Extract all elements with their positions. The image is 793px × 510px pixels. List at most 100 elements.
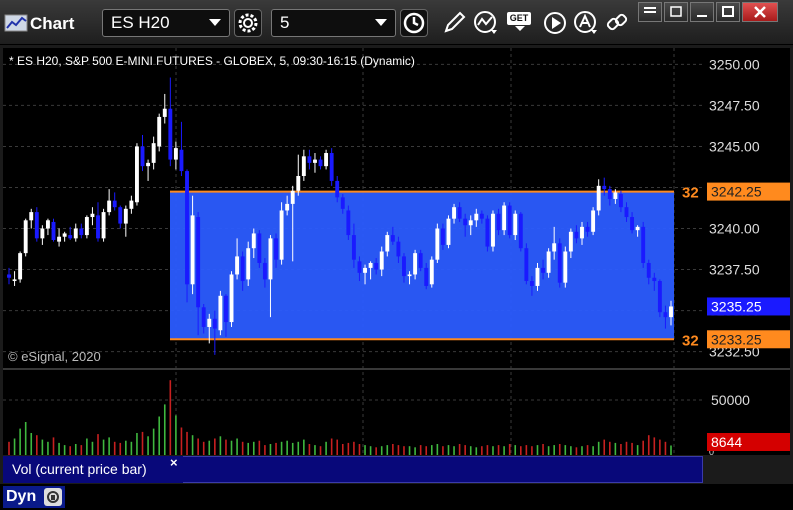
symbol-settings-button[interactable]	[234, 9, 262, 37]
candle-body	[290, 190, 295, 204]
candle-body	[40, 228, 45, 239]
candle-body	[7, 274, 11, 278]
maximize-icon	[722, 6, 734, 17]
volume-bar	[208, 440, 211, 455]
time-axis-bar	[0, 484, 793, 510]
volume-bar	[297, 441, 300, 455]
window-menu-button[interactable]	[638, 2, 662, 22]
volume-bar	[464, 445, 466, 455]
volume-bar	[264, 445, 266, 455]
candle-body	[301, 156, 306, 176]
volume-bar	[386, 445, 389, 455]
volume-bar	[258, 440, 261, 455]
volume-bar	[102, 439, 105, 455]
price-chart[interactable]: 3250.003247.503245.003242.503240.003237.…	[0, 44, 793, 484]
candle-body	[546, 251, 551, 273]
volume-bar	[214, 438, 216, 455]
volume-bar	[603, 439, 606, 455]
price-tick-label: 3250.00	[709, 56, 760, 72]
volume-bar	[492, 446, 494, 455]
chart-app-icon	[4, 14, 28, 32]
volume-bar	[531, 446, 533, 455]
candle-body	[262, 262, 267, 280]
level-left-label: 32	[682, 332, 699, 349]
get-data-icon[interactable]: GET	[507, 12, 531, 31]
candle-body	[452, 207, 456, 219]
candle-body	[162, 108, 167, 117]
link-chain-icon[interactable]	[604, 10, 630, 36]
volume-bar	[314, 445, 316, 455]
volume-bar	[286, 440, 288, 455]
volume-panel-close-icon[interactable]: ×	[170, 455, 178, 470]
candle	[591, 207, 596, 236]
price-tick-label: 3240.00	[709, 221, 760, 237]
volume-bar	[486, 445, 489, 455]
volume-bar	[152, 428, 155, 455]
volume-bar	[536, 445, 539, 455]
candle-body	[157, 116, 162, 147]
alert-icon[interactable]	[573, 10, 599, 36]
maximize-button[interactable]	[716, 2, 740, 22]
candle-body	[669, 306, 673, 318]
volume-bar	[481, 446, 483, 455]
lock-scale-icon[interactable]	[44, 488, 62, 506]
volume-bar	[191, 435, 194, 455]
minimize-button[interactable]	[690, 2, 714, 22]
close-button[interactable]	[742, 2, 778, 22]
candle	[485, 215, 490, 252]
candle-body	[79, 228, 84, 236]
candle-body	[123, 208, 128, 224]
time-template-button[interactable]	[400, 9, 428, 37]
volume-bar	[202, 441, 205, 455]
volume-bar	[508, 444, 511, 455]
interval-combo[interactable]: 5	[271, 9, 396, 37]
volume-bar	[614, 442, 617, 455]
candle-body	[379, 251, 384, 270]
candle-body	[257, 233, 262, 263]
candle-body	[57, 236, 62, 242]
candle-body	[602, 185, 607, 190]
volume-bar	[430, 445, 433, 455]
candle-body	[45, 220, 50, 229]
volume-bar	[341, 444, 344, 455]
candle-body	[541, 267, 545, 273]
volume-bar	[647, 435, 650, 455]
volume-bar	[169, 380, 172, 455]
volume-bar	[469, 446, 472, 455]
volume-bar	[163, 404, 166, 455]
volume-bar	[570, 446, 572, 455]
candle-body	[479, 213, 484, 219]
candle-body	[190, 215, 195, 285]
candle-body	[596, 185, 601, 211]
candle-body	[402, 256, 406, 277]
volume-bar	[397, 445, 400, 455]
window-float-button[interactable]	[664, 2, 688, 22]
level-price-label: 3233.25	[711, 331, 762, 347]
volume-bar	[547, 446, 550, 455]
price-axis-pane	[704, 48, 790, 368]
volume-bar	[392, 444, 394, 455]
candle-body	[368, 262, 373, 268]
candle-body	[251, 233, 256, 249]
volume-bar	[130, 441, 133, 455]
volume-bar	[108, 437, 110, 455]
candle-body	[413, 253, 418, 275]
chart-window: Chart ES H20 5 GET 3250.00 3247.50 3245.…	[0, 0, 793, 510]
candle-body	[663, 312, 668, 318]
candle-body	[335, 180, 340, 198]
chevron-down-icon[interactable]	[209, 19, 221, 26]
volume-bar	[225, 439, 227, 455]
chevron-down-icon[interactable]	[375, 19, 387, 26]
volume-bar	[74, 444, 77, 455]
candle-body	[630, 217, 635, 231]
pencil-icon[interactable]	[441, 10, 467, 36]
symbol-combo[interactable]: ES H20	[102, 9, 230, 37]
candle	[229, 271, 234, 327]
candle-body	[12, 279, 17, 282]
volume-bar	[52, 437, 55, 455]
candle-body	[457, 207, 462, 219]
candle-body	[496, 213, 501, 231]
study-icon[interactable]	[473, 10, 499, 36]
play-replay-icon[interactable]	[542, 10, 568, 36]
window-titlebar: Chart ES H20 5 GET	[0, 0, 793, 45]
